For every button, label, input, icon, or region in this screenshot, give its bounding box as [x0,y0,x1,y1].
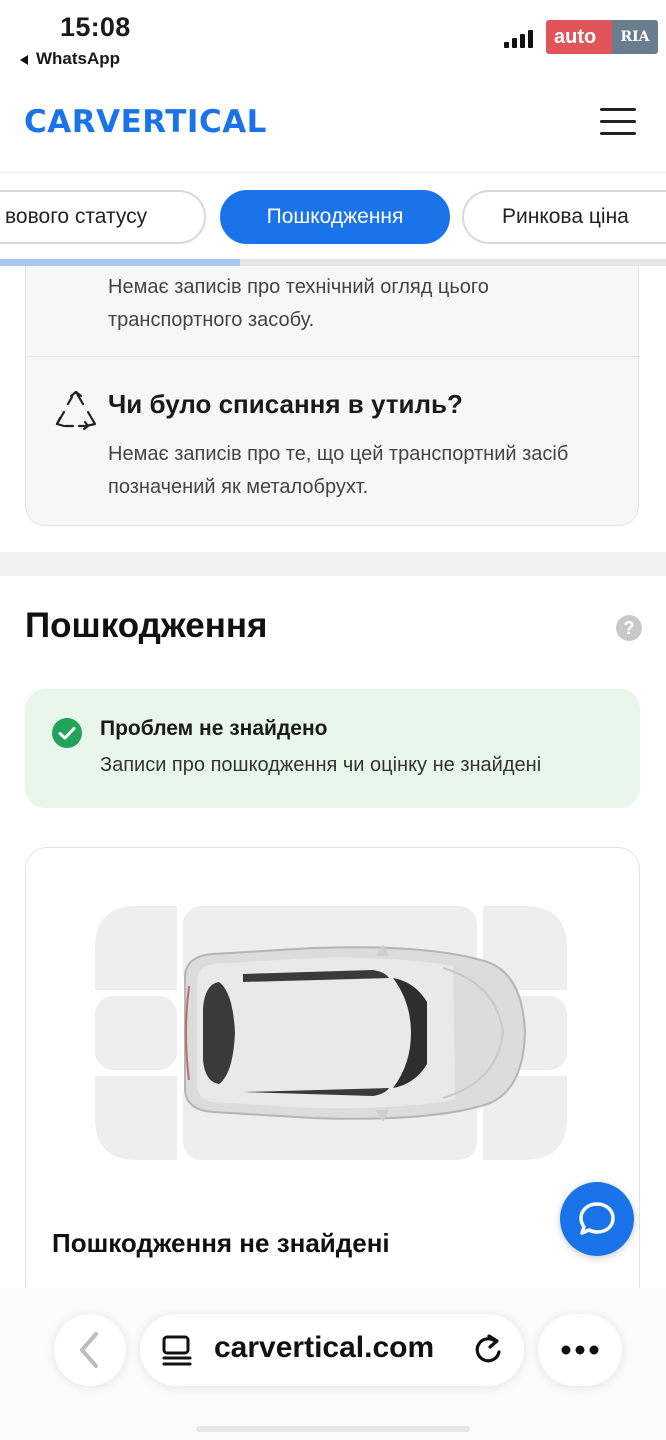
scrap-question-title: Чи було списання в утиль? [108,389,463,419]
no-problems-notice: Проблем не знайдено Записи про пошкоджен… [25,689,640,808]
more-dots-icon [561,1345,599,1355]
address-bar[interactable]: carvertical.com [140,1314,524,1386]
records-card: Немає записів про технічний огляд цього … [25,266,640,526]
browser-toolbar: carvertical.com [0,1288,666,1440]
notice-title: Проблем не знайдено [100,717,328,740]
zone-front-center [95,996,177,1070]
section-separator [0,552,666,576]
cellular-signal-icon [504,30,533,48]
tabs-scroll-progress [0,259,666,266]
watermark-left: auto [546,20,612,54]
chevron-left-icon [80,1332,98,1368]
watermark-right: RIA [612,20,658,54]
back-app-label: WhatsApp [36,49,121,68]
notice-text: Записи про пошкодження чи оцінку не знай… [100,754,542,776]
hamburger-menu-icon[interactable] [600,108,636,138]
inspection-text: Немає записів про технічний огляд цього … [108,276,489,331]
zone-front-left [95,906,177,990]
tab-status[interactable]: вового статусу [0,190,206,244]
status-bar: 15:08 WhatsApp auto RIA [0,0,666,76]
clock-time: 15:08 [60,12,131,42]
damage-diagram-card: Пошкодження не знайдені [25,847,640,1307]
scrap-text: Немає записів про те, що цей транспортни… [108,443,569,498]
reload-icon[interactable] [470,1332,506,1368]
url-text: carvertical.com [214,1331,435,1364]
recycle-icon [55,390,97,431]
autoria-watermark: auto RIA [546,20,658,54]
check-circle-icon [52,718,82,748]
car-body [184,944,527,1122]
tab-damage[interactable]: Пошкодження [220,190,450,244]
browser-back-button[interactable] [54,1314,126,1386]
car-damage-diagram [95,906,567,1160]
section-tabs: вового статусу Пошкодження Ринкова ціна [0,173,666,265]
tab-market-price[interactable]: Ринкова ціна [462,190,666,244]
reader-mode-icon[interactable] [160,1333,194,1367]
carvertical-logo[interactable]: CARVERTICAL [24,104,267,140]
home-indicator [196,1426,470,1432]
no-damage-label: Пошкодження не знайдені [52,1228,390,1258]
help-icon[interactable]: ? [616,615,642,641]
chat-button[interactable] [560,1182,634,1256]
back-to-app-link[interactable]: WhatsApp [20,49,120,69]
back-triangle-icon [20,54,28,65]
tabs-scroll-progress-fill [0,259,240,266]
chat-bubble-icon [579,1202,615,1235]
damage-section-title: Пошкодження [25,606,268,645]
more-options-button[interactable] [538,1314,622,1386]
divider [26,356,640,357]
site-header: CARVERTICAL [0,76,666,173]
zone-front-right [95,1076,177,1160]
